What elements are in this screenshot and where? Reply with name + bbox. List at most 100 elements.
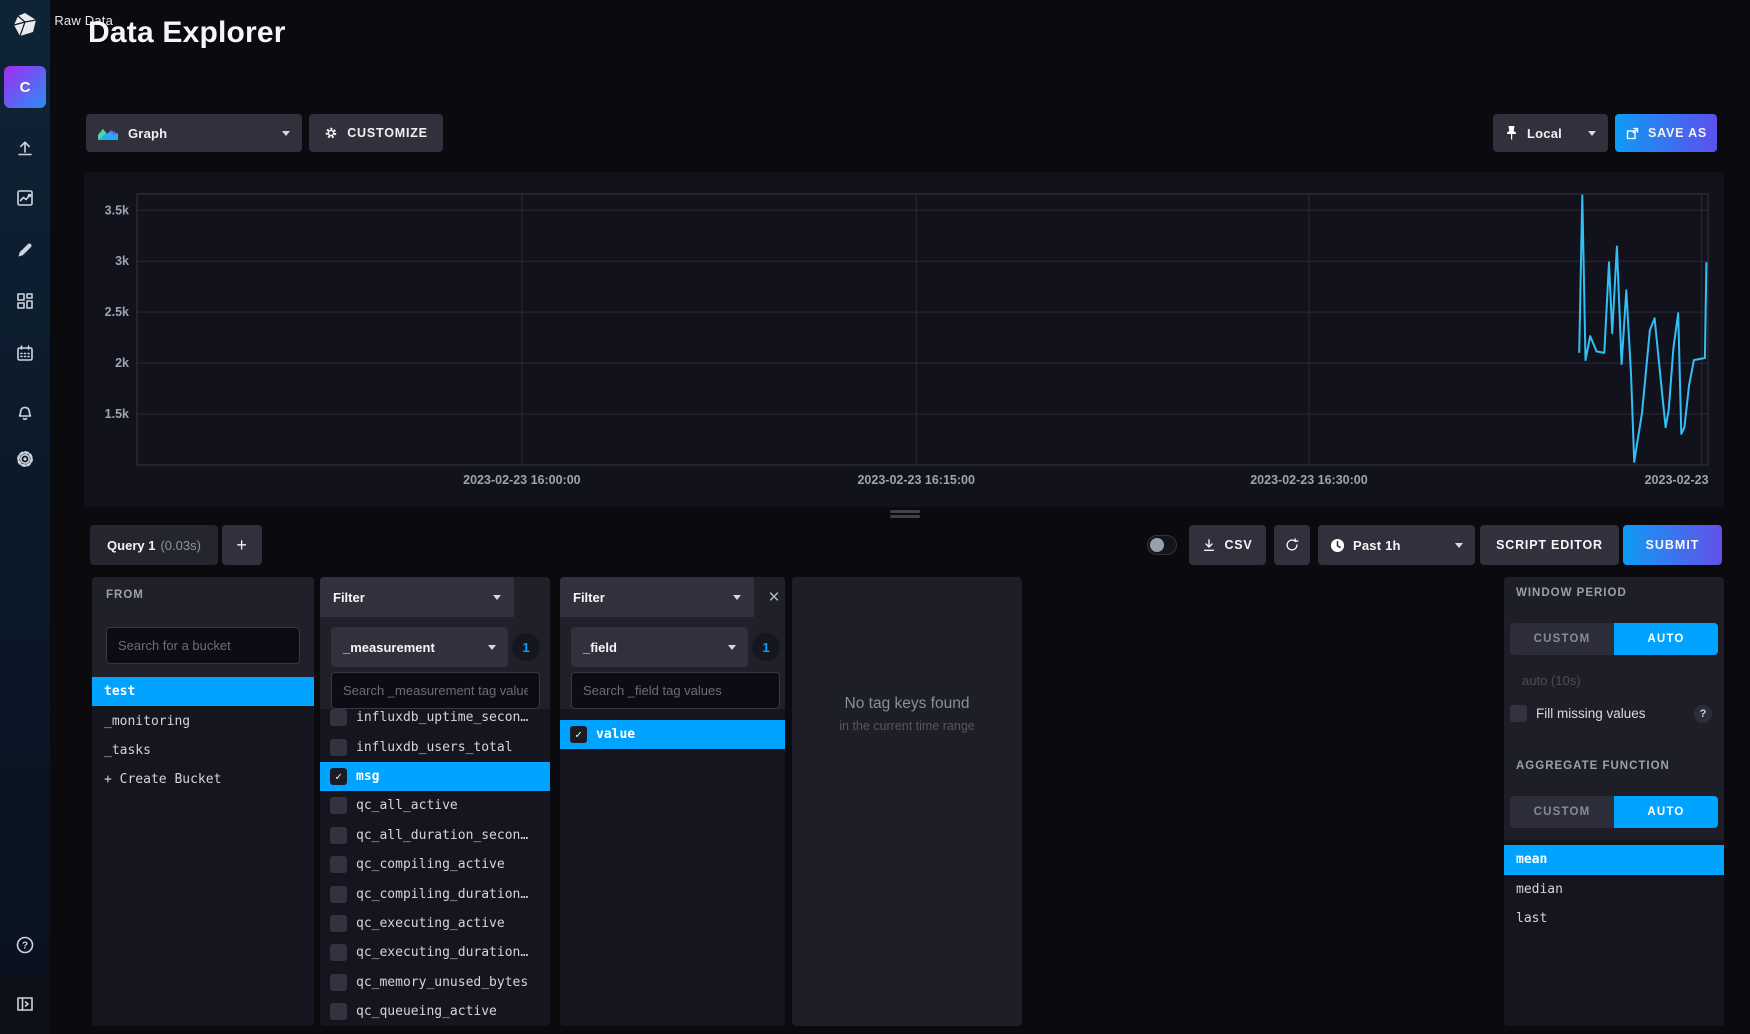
- field-search-input[interactable]: [571, 672, 780, 709]
- aggregate-function-header: AGGREGATE FUNCTION: [1516, 760, 1670, 772]
- bucket-name: test: [104, 684, 135, 699]
- save-as-label: SAVE AS: [1648, 126, 1707, 140]
- fill-missing-values-label: Fill missing values: [1536, 706, 1646, 721]
- toggle-knob: [1150, 538, 1164, 552]
- sidebar-item-settings[interactable]: [7, 443, 43, 479]
- expand-sidebar-icon: [14, 993, 36, 1020]
- checkbox[interactable]: [330, 974, 347, 991]
- measurement-list-item[interactable]: qc_compiling_active: [320, 850, 550, 879]
- measurement-list-item[interactable]: qc_all_active: [320, 791, 550, 820]
- bucket-list-item[interactable]: _tasks: [92, 736, 314, 765]
- bucket-list-item[interactable]: + Create Bucket: [92, 765, 314, 794]
- help-tooltip-icon[interactable]: ?: [1694, 705, 1712, 723]
- submit-button[interactable]: SUBMIT: [1623, 525, 1722, 565]
- checkbox[interactable]: [330, 856, 347, 873]
- sidebar-item-expand[interactable]: [7, 988, 43, 1024]
- query-tab[interactable]: Query 1 (0.03s): [90, 525, 218, 565]
- filter-type-dropdown[interactable]: Filter: [560, 577, 754, 617]
- fill-missing-values-checkbox[interactable]: [1510, 705, 1527, 722]
- measurement-name: qc_compiling_duration…: [356, 887, 528, 902]
- bucket-search-input[interactable]: [106, 627, 300, 664]
- sidebar-item-tasks[interactable]: [7, 337, 43, 373]
- field-key-label: _field: [583, 640, 617, 655]
- measurement-list-item[interactable]: qc_executing_active: [320, 909, 550, 938]
- bucket-list-item[interactable]: test: [92, 677, 314, 706]
- checkbox[interactable]: [330, 797, 347, 814]
- measurement-list-item[interactable]: influxdb_users_total: [320, 732, 550, 761]
- window-period-value: auto (10s): [1522, 673, 1581, 688]
- measurement-list-item[interactable]: influxdb_uptime_secon…: [320, 709, 550, 732]
- checkbox[interactable]: [330, 739, 347, 756]
- calendar-icon: [14, 342, 36, 369]
- add-query-button[interactable]: +: [222, 525, 262, 565]
- csv-download-button[interactable]: CSV: [1189, 525, 1266, 565]
- sidebar-item-alerts[interactable]: [7, 397, 43, 433]
- sidebar-item-notebooks[interactable]: [7, 234, 43, 270]
- variables-scope-dropdown[interactable]: Local: [1493, 114, 1608, 152]
- auto-option[interactable]: AUTO: [1614, 796, 1718, 828]
- time-range-dropdown[interactable]: Past 1h: [1318, 525, 1475, 565]
- refresh-button[interactable]: [1274, 525, 1310, 565]
- measurement-key-dropdown[interactable]: _measurement: [331, 627, 508, 667]
- graph-icon: [14, 187, 36, 214]
- measurement-list: influxdb_uptime_secon… influxdb_users_to…: [320, 709, 550, 1026]
- measurement-list-item[interactable]: qc_memory_unused_bytes: [320, 968, 550, 997]
- aggregate-function-list: meanmedianlast: [1504, 840, 1724, 1026]
- measurement-name: qc_queueing_active: [356, 1004, 497, 1019]
- influxdb-logo-icon[interactable]: [11, 11, 39, 39]
- dashboards-icon: [14, 290, 36, 317]
- visualization-type-dropdown[interactable]: Graph: [86, 114, 302, 152]
- customize-button[interactable]: CUSTOMIZE: [309, 114, 443, 152]
- auto-option[interactable]: AUTO: [1614, 623, 1718, 655]
- sidebar-item-dashboards[interactable]: [7, 285, 43, 321]
- resize-drag-handle[interactable]: [890, 510, 920, 519]
- measurement-list-item[interactable]: msg: [320, 762, 550, 791]
- bucket-name: _tasks: [104, 743, 151, 758]
- upload-icon: [14, 137, 36, 164]
- bucket-list-item[interactable]: _monitoring: [92, 706, 314, 735]
- time-series-line-chart[interactable]: 1.5k2k2.5k3k3.5k2023-02-23 16:00:002023-…: [84, 172, 1724, 507]
- script-editor-button[interactable]: SCRIPT EDITOR: [1480, 525, 1619, 565]
- bucket-name: + Create Bucket: [104, 772, 221, 787]
- aggregate-function-item[interactable]: last: [1504, 904, 1724, 934]
- checkbox[interactable]: [330, 1003, 347, 1020]
- remove-filter-button[interactable]: ✕: [764, 587, 784, 607]
- svg-text:3k: 3k: [115, 254, 129, 268]
- area-chart-icon: [98, 126, 118, 140]
- aggregate-function-item[interactable]: mean: [1504, 845, 1724, 875]
- aggregate-function-item[interactable]: median: [1504, 875, 1724, 905]
- pencil-icon: [14, 239, 36, 266]
- view-raw-data-toggle[interactable]: [1147, 535, 1177, 555]
- measurement-list-item[interactable]: qc_compiling_duration…: [320, 879, 550, 908]
- checkbox[interactable]: [330, 915, 347, 932]
- sidebar-item-upload[interactable]: [7, 132, 43, 168]
- checkbox[interactable]: [330, 944, 347, 961]
- measurement-list-item[interactable]: qc_all_duration_secon…: [320, 821, 550, 850]
- measurement-search-input[interactable]: [331, 672, 540, 709]
- data-explorer-page: C ? Data Explorer: [0, 0, 1750, 1034]
- checkbox[interactable]: [330, 886, 347, 903]
- sidebar-item-data-explorer[interactable]: [7, 182, 43, 218]
- save-as-button[interactable]: SAVE AS: [1615, 114, 1717, 152]
- custom-option[interactable]: CUSTOM: [1510, 796, 1614, 828]
- query-duration: (0.03s): [160, 538, 200, 553]
- checkbox[interactable]: [570, 726, 587, 743]
- field-key-dropdown[interactable]: _field: [571, 627, 748, 667]
- checkbox[interactable]: [330, 709, 347, 726]
- field-list-item[interactable]: value: [560, 720, 785, 749]
- gear-icon: [14, 448, 36, 475]
- sidebar-item-help[interactable]: ?: [7, 929, 43, 965]
- empty-state-title: No tag keys found: [792, 695, 1022, 713]
- org-avatar[interactable]: C: [4, 66, 46, 108]
- checkbox[interactable]: [330, 827, 347, 844]
- chevron-down-icon: [733, 595, 741, 600]
- svg-text:2k: 2k: [115, 356, 129, 370]
- custom-option[interactable]: CUSTOM: [1510, 623, 1614, 655]
- checkbox[interactable]: [330, 768, 347, 785]
- measurement-list-item[interactable]: qc_executing_duration…: [320, 938, 550, 967]
- query-tab-label: Query 1: [107, 538, 155, 553]
- measurement-list-item[interactable]: qc_queueing_active: [320, 997, 550, 1026]
- filter-type-dropdown[interactable]: Filter: [320, 577, 514, 617]
- measurement-key-label: _measurement: [343, 640, 435, 655]
- window-period-segmented: CUSTOM AUTO: [1510, 623, 1718, 655]
